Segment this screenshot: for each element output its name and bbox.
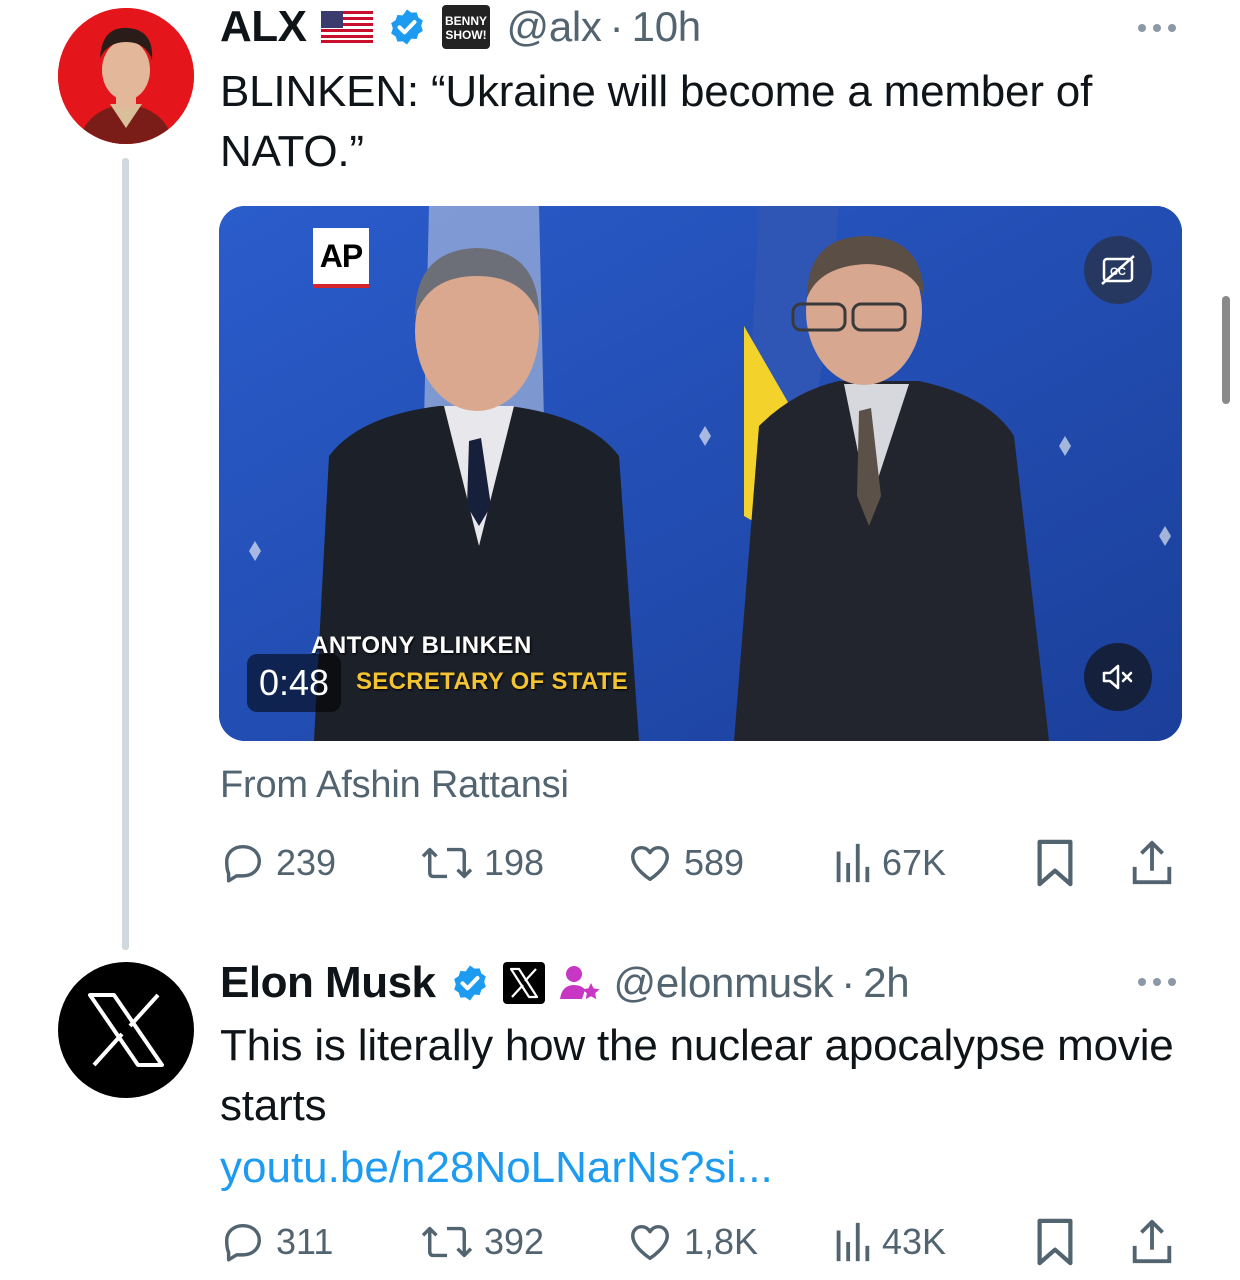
tweet-actions: 239 198 589 67K	[220, 833, 1180, 893]
scrollbar-thumb[interactable]	[1222, 296, 1230, 404]
author-handle[interactable]: @elonmusk	[614, 959, 834, 1007]
youtube-link[interactable]: youtu.be/n28NoLNarNs?si...	[220, 1138, 773, 1198]
repost-button[interactable]: 198	[420, 833, 544, 893]
views-count: 67K	[882, 842, 947, 883]
more-options-icon[interactable]	[1138, 24, 1176, 32]
avatar-elonmusk[interactable]	[58, 962, 194, 1098]
bookmark-button[interactable]	[1035, 833, 1075, 893]
share-button[interactable]	[1130, 1212, 1174, 1272]
reply-icon	[224, 844, 262, 883]
lower-third-title: SECRETARY OF STATE	[356, 668, 629, 695]
separator-dot: ·	[841, 959, 856, 1006]
separator-dot: ·	[609, 3, 624, 50]
share-icon	[1132, 840, 1172, 885]
reply-icon	[224, 1223, 262, 1262]
share-icon	[1132, 1219, 1172, 1264]
heart-icon	[631, 845, 669, 882]
us-flag-icon	[320, 11, 373, 43]
bookmark-icon	[1037, 1218, 1073, 1266]
author-handle[interactable]: @alx	[507, 3, 602, 51]
repost-button[interactable]: 392	[420, 1212, 544, 1272]
tweet-timestamp[interactable]: 10h	[632, 3, 701, 51]
author-name[interactable]: Elon Musk	[220, 958, 436, 1008]
lower-third-name: ANTONY BLINKEN	[311, 632, 532, 659]
reply-button[interactable]: 311	[220, 1212, 333, 1272]
author-name[interactable]: ALX	[220, 2, 307, 52]
video-attribution[interactable]: From Afshin Rattansi	[220, 764, 569, 807]
like-button[interactable]: 589	[626, 833, 744, 893]
more-options-icon[interactable]	[1138, 978, 1176, 986]
tweet-text: BLINKEN: “Ukraine will become a member o…	[220, 67, 1093, 176]
views-count: 43K	[882, 1221, 947, 1262]
avatar-portrait-image	[58, 8, 194, 144]
views-button[interactable]: 43K	[832, 1212, 946, 1272]
reply-button[interactable]: 239	[220, 833, 336, 893]
person-star-icon	[558, 963, 600, 1003]
benny-show-badge[interactable]: BENNY SHOW!	[441, 4, 491, 50]
repost-icon	[421, 1226, 473, 1258]
muted-speaker-icon[interactable]	[1084, 643, 1152, 711]
views-chart-icon	[836, 1222, 870, 1262]
like-count: 589	[684, 842, 745, 883]
verified-badge-icon[interactable]	[387, 7, 427, 47]
avatar-alx[interactable]	[58, 8, 194, 144]
heart-icon	[631, 1224, 669, 1261]
repost-count: 392	[484, 1221, 545, 1262]
video-duration: 0:48	[247, 654, 342, 712]
like-count: 1,8K	[684, 1221, 759, 1262]
tweet-actions: 311 392 1,8K 43K	[220, 1212, 1180, 1272]
svg-text:SHOW!: SHOW!	[445, 28, 486, 42]
tweet-header: Elon Musk @elonmusk · 2h	[220, 956, 910, 1010]
tweet-header: ALX BENNY SHOW! @alx · 10h	[220, 0, 701, 54]
bookmark-icon	[1037, 839, 1073, 887]
reply-count: 239	[276, 842, 337, 883]
x-logo-icon	[88, 993, 164, 1067]
x-affiliate-badge-icon[interactable]	[502, 961, 546, 1005]
repost-icon	[421, 847, 473, 879]
tweet-timestamp[interactable]: 2h	[863, 959, 909, 1007]
views-chart-icon	[836, 843, 870, 883]
views-button[interactable]: 67K	[832, 833, 946, 893]
video-player[interactable]: AP CC ANTONY BLINKEN SECRETARY OF STATE …	[219, 206, 1182, 741]
ap-logo: AP	[313, 228, 369, 288]
verified-badge-icon[interactable]	[450, 963, 490, 1003]
closed-captions-icon[interactable]: CC	[1084, 236, 1152, 304]
like-button[interactable]: 1,8K	[626, 1212, 758, 1272]
bookmark-button[interactable]	[1035, 1212, 1075, 1272]
repost-count: 198	[484, 842, 545, 883]
tweet-text: This is literally how the nuclear apocal…	[220, 1021, 1174, 1130]
share-button[interactable]	[1130, 833, 1174, 893]
badge-label-text: BENNY	[444, 14, 486, 28]
reply-count: 311	[276, 1221, 334, 1262]
thread-connector-line	[122, 158, 129, 950]
